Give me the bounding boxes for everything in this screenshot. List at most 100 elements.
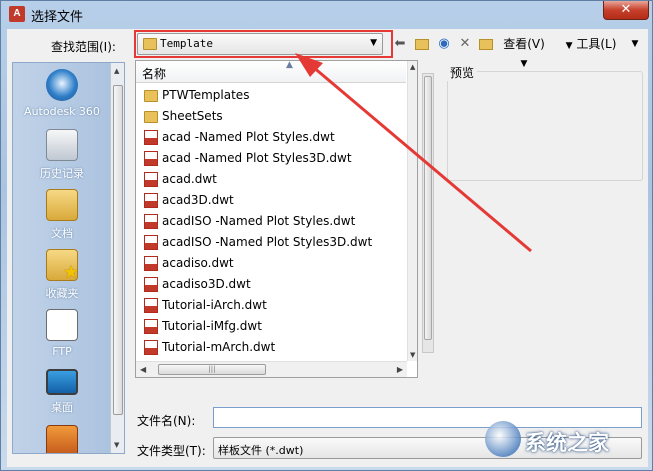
scroll-up-icon[interactable]: ▲ [114,67,119,75]
file-list-item[interactable]: acadISO -Named Plot Styles.dwt [136,211,406,232]
scroll-left-icon[interactable]: ◀ [140,365,146,374]
cloud-icon [46,69,78,101]
file-list-item[interactable]: acadISO -Named Plot Styles3D.dwt [136,232,406,253]
dwt-file-icon [144,235,158,250]
file-name: Tutorial-iArch.dwt [162,298,267,312]
place-autodesk-360[interactable]: Autodesk 360 [13,69,111,118]
scroll-up-icon[interactable]: ▲ [410,63,415,71]
scroll-down-icon[interactable]: ▼ [114,441,119,449]
delete-x-icon: ✕ [459,36,471,51]
annotation-highlight-box [134,30,393,58]
watermark: 系统之家 [485,421,645,461]
dwt-file-icon [144,256,158,271]
file-name: acad.dwt [162,172,217,186]
file-name: acad3D.dwt [162,193,234,207]
ftp-icon [46,309,78,341]
file-name: Tutorial-iMfg.dwt [162,319,262,333]
bag-icon [46,425,78,453]
close-button[interactable]: ✕ [603,1,649,20]
column-name-label: 名称 [142,67,167,81]
place-label: FTP [52,345,72,358]
dwt-file-icon [144,277,158,292]
scrollbar-thumb[interactable] [424,76,432,340]
tools-menu-label: 工具(L) [576,37,617,51]
more-options-button[interactable]: ▼ [629,35,641,53]
file-list-item[interactable]: PTWTemplates [136,85,406,106]
sort-up-icon: ▲ [286,60,293,70]
favorites-icon: ★ [46,249,79,283]
dwt-file-icon [144,298,158,313]
file-list-item[interactable]: acadiso.dwt [136,253,406,274]
file-list-item[interactable]: acadiso3D.dwt [136,274,406,295]
preview-pane [447,71,643,181]
file-name: acadISO -Named Plot Styles3D.dwt [162,235,373,249]
scroll-down-icon[interactable]: ▼ [410,351,415,359]
chevron-down-icon: ▼ [520,59,528,69]
file-name: acadISO -Named Plot Styles.dwt [162,214,356,228]
folder-icon [144,111,158,123]
dwt-file-icon [144,130,158,145]
filetype-label: 文件类型(T): [137,444,206,458]
place-desktop[interactable]: 桌面 [13,369,111,415]
dwt-file-icon [144,214,158,229]
documents-icon [46,189,78,221]
scroll-right-icon[interactable]: ▶ [397,365,403,374]
history-icon [46,129,78,161]
place-documents[interactable]: 文档 [13,189,111,241]
dwt-file-icon [144,151,158,166]
filelist-horizontal-scrollbar[interactable]: ◀ ||| ▶ [136,361,407,377]
file-list: 名称 ▲ PTWTemplates SheetSets acad -Named Pl… [135,60,418,378]
tools-menu-button[interactable]: ▼ 工具(L) [555,35,627,53]
file-list-item[interactable]: Tutorial-mArch.dwt [136,337,406,358]
places-bar: Autodesk 360 历史记录 文档 ★ 收藏夹 FTP 桌面 ▲ ▼ [12,62,125,454]
search-globe-icon: ◉ [438,36,450,51]
scrollbar-thumb[interactable] [113,85,123,415]
file-list-item[interactable]: SheetSets [136,106,406,127]
place-label: Autodesk 360 [24,105,100,118]
view-menu-button[interactable]: 查看(V) ▼ [501,35,547,69]
file-list-item[interactable]: acad.dwt [136,169,406,190]
dwt-file-icon [144,340,158,355]
search-web-button[interactable]: ◉ [435,35,453,53]
place-history[interactable]: 历史记录 [13,129,111,181]
desktop-icon [46,369,78,395]
place-favorites[interactable]: ★ 收藏夹 [13,249,111,301]
file-list-item[interactable]: Tutorial-iMfg.dwt [136,316,406,337]
place-label: 文档 [51,227,73,240]
back-arrow-icon: ⬅ [394,36,406,51]
splitter-scrollbar[interactable] [422,73,434,353]
place-buzzsaw[interactable] [13,425,111,453]
new-folder-button[interactable] [477,35,495,53]
file-rows: PTWTemplates SheetSets acad -Named Plot St… [136,85,406,358]
place-ftp[interactable]: FTP [13,309,111,358]
new-folder-icon [479,39,493,50]
watermark-text: 系统之家 [525,431,609,455]
column-header-name[interactable]: 名称 ▲ [136,61,406,83]
place-label: 桌面 [51,401,73,414]
filetype-value: 样板文件 (*.dwt) [218,444,304,457]
places-scrollbar[interactable]: ▲ ▼ [110,63,124,453]
file-list-item[interactable]: acad3D.dwt [136,190,406,211]
file-name: acadiso3D.dwt [162,277,251,291]
delete-button[interactable]: ✕ [457,35,473,53]
file-list-item[interactable]: acad -Named Plot Styles3D.dwt [136,148,406,169]
file-list-item[interactable]: acad -Named Plot Styles.dwt [136,127,406,148]
folder-icon [144,90,158,102]
scrollbar-thumb[interactable]: ||| [158,364,266,375]
back-button[interactable]: ⬅ [391,35,409,53]
up-folder-icon [415,39,429,50]
watermark-logo-icon [485,421,521,457]
file-dialog-window: A 选择文件 ✕ 查找范围(I): Template ▼ ⬅ ◉ ✕ 查看(V)… [0,0,653,471]
filelist-vertical-scrollbar[interactable]: ▲ ▼ [407,61,417,361]
up-folder-button[interactable] [413,35,431,53]
file-name: PTWTemplates [162,88,250,102]
star-icon: ★ [62,262,79,283]
dwt-file-icon [144,319,158,334]
file-name: acadiso.dwt [162,256,234,270]
title-bar[interactable]: A 选择文件 ✕ [1,1,653,27]
chevron-down-icon: ▼ [565,41,573,51]
file-name: Tutorial-mArch.dwt [162,340,276,354]
file-list-item[interactable]: Tutorial-iArch.dwt [136,295,406,316]
dwt-file-icon [144,193,158,208]
preview-label: 预览 [447,64,478,81]
